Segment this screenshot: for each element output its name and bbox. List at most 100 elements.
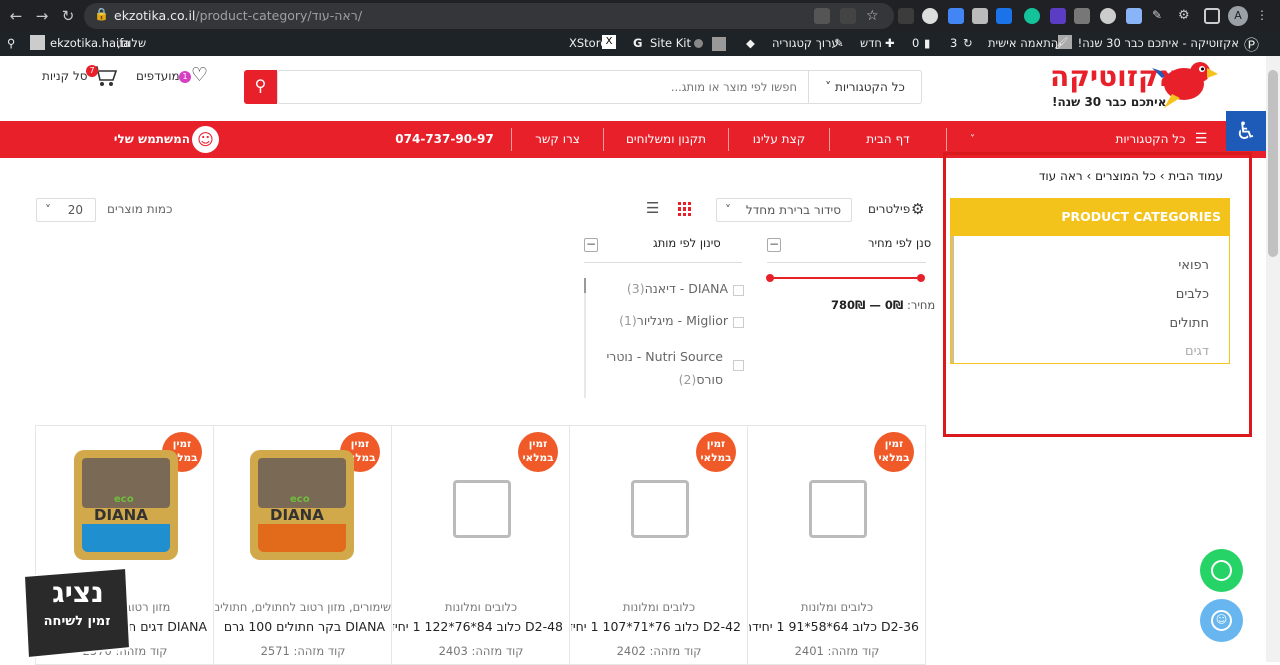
nav-item-terms[interactable]: תקנון ומשלוחים — [604, 121, 728, 158]
placeholder-image-icon[interactable] — [631, 480, 689, 538]
lock-icon: 🔒 — [94, 7, 109, 21]
sort-select[interactable]: סידור ברירת מחדל ˅ — [716, 198, 852, 222]
breadcrumb-home[interactable]: עמוד הבית — [1168, 169, 1223, 183]
adminbar-sitekit[interactable]: Site Kit — [650, 36, 691, 50]
price-slider-min-handle[interactable] — [766, 274, 774, 282]
extensions-puzzle-icon[interactable]: ⚙ — [1178, 8, 1194, 24]
diana-beef-product-image[interactable]: eco DIANA — [250, 450, 354, 560]
product-category[interactable]: כלובים ומלונות — [571, 600, 747, 614]
adminbar-comments-count[interactable]: 0 — [912, 36, 919, 50]
profile-avatar[interactable]: A — [1228, 6, 1248, 26]
breadcrumb-all-products[interactable]: כל המוצרים — [1095, 169, 1156, 183]
brand-scrollbar[interactable] — [584, 278, 586, 398]
heart-icon[interactable]: ♡ — [191, 64, 208, 86]
collapse-brand-icon[interactable]: − — [584, 238, 598, 252]
sidepanel-icon[interactable] — [1204, 8, 1220, 24]
bookmark-star-icon[interactable]: ☆ — [866, 8, 882, 24]
grid-view-icon[interactable] — [678, 202, 692, 216]
product-card[interactable]: זמין במלאי כלובים ומלונות D2-48 כלוב 84*… — [391, 425, 570, 665]
share-icon[interactable] — [840, 8, 856, 24]
product-card[interactable]: זמין במלאי כלובים ומלונות D2-36 כלוב 64*… — [747, 425, 926, 665]
adminbar-search-icon[interactable]: ⚲ — [7, 36, 15, 50]
extension-pen-icon[interactable]: ✎ — [1152, 8, 1168, 24]
nav-divider — [946, 128, 947, 151]
extension-translate-icon[interactable] — [948, 8, 964, 24]
user-icon[interactable]: ☺ — [192, 126, 219, 153]
filters-label[interactable]: פילטרים — [868, 202, 910, 216]
whatsapp-button[interactable] — [1200, 549, 1243, 592]
product-card[interactable]: זמין במלאי כלובים ומלונות D2-42 כלוב 76*… — [569, 425, 748, 665]
extension-46-icon[interactable] — [1050, 8, 1066, 24]
nav-item-home[interactable]: דף הבית — [830, 121, 946, 158]
category-item[interactable]: חתולים — [1169, 316, 1209, 331]
product-name[interactable]: DIANA בקר חתולים 100 גרם — [215, 619, 391, 634]
translate-icon[interactable] — [814, 8, 830, 24]
per-page-select[interactable]: 20 ˅ — [36, 198, 96, 222]
xstore-icon: X — [602, 35, 616, 49]
price-slider-track[interactable] — [770, 277, 922, 279]
diana-fish-product-image[interactable]: eco DIANA — [74, 450, 178, 560]
nav-item-contact[interactable]: צרו קשר — [512, 121, 603, 158]
adminbar-customize[interactable]: התאמה אישית — [988, 36, 1058, 50]
category-scrollbar[interactable] — [951, 236, 954, 363]
category-item[interactable]: דגים — [1185, 344, 1209, 359]
adminbar-updates-count[interactable]: 3 — [950, 36, 957, 50]
nav-item-about[interactable]: קצת עלינו — [729, 121, 829, 158]
extension-x-icon[interactable] — [1074, 8, 1090, 24]
extension-globe-icon[interactable] — [922, 8, 938, 24]
divider — [584, 262, 742, 263]
adminbar-new[interactable]: חדש — [860, 36, 882, 50]
brand-checkbox[interactable] — [733, 285, 744, 296]
brand-checkbox[interactable] — [733, 317, 744, 328]
breadcrumb-separator: › — [1086, 169, 1092, 183]
nav-phone[interactable]: 074-737-90-97 — [388, 121, 501, 158]
brand-scroll-thumb[interactable] — [584, 278, 586, 293]
product-category[interactable]: שימורים, מזון רטוב לחתולים, חתולים — [215, 600, 391, 614]
wordpress-icon[interactable]: Ⓟ — [1244, 34, 1259, 55]
sliders-icon[interactable]: ⚙ — [911, 200, 924, 218]
extension-new-icon[interactable] — [996, 8, 1012, 24]
collapse-price-icon[interactable]: − — [767, 238, 781, 252]
product-category[interactable]: כלובים ומלונות — [749, 600, 925, 614]
address-bar[interactable]: 🔒 ekzotika.co.il/product-category/ראה-עו… — [84, 3, 894, 29]
cart-label[interactable]: סל קניות — [42, 69, 88, 83]
search-input[interactable] — [279, 71, 807, 103]
reload-icon[interactable]: ↻ — [58, 6, 78, 26]
extension-recycle-icon[interactable] — [898, 8, 914, 24]
list-view-icon[interactable]: ☰ — [646, 199, 659, 217]
product-name[interactable]: D2-36 כלוב 64*58*91 1 יחידה — [749, 619, 925, 634]
brand-checkbox[interactable] — [733, 360, 744, 371]
adminbar-site-name[interactable]: אקזוטיקה - איתכם כבר 30 שנה! — [1078, 36, 1239, 50]
placeholder-image-icon[interactable] — [453, 480, 511, 538]
category-item[interactable]: רפואי — [1178, 258, 1209, 273]
search-button[interactable]: ⚲ — [244, 70, 277, 104]
forward-icon[interactable]: → — [32, 6, 52, 26]
product-name[interactable]: D2-48 כלוב 84*76*122 1 יחידה — [393, 619, 569, 634]
nav-account[interactable]: המשתמש שלי — [114, 121, 190, 158]
yoast-icon[interactable] — [712, 37, 726, 51]
menu-kebab-icon[interactable]: ⋮ — [1256, 8, 1272, 24]
category-item[interactable]: כלבים — [1176, 287, 1209, 302]
product-name[interactable]: D2-42 כלוב 76*71*107 1 יחידה — [571, 619, 747, 634]
search-category-select[interactable]: כל הקטגוריות ˅ — [808, 71, 921, 103]
product-card[interactable]: זמין במלאי eco DIANA שימורים, מזון רטוב … — [213, 425, 392, 665]
agent-title: נציג — [52, 576, 104, 609]
page-scroll-thumb[interactable] — [1268, 70, 1278, 257]
brand-filter-item[interactable]: DIANA - דיאנה(3) — [598, 281, 728, 296]
agent-chat-widget[interactable]: נציג זמין לשיחה — [18, 568, 130, 658]
grammarly-icon[interactable] — [1024, 8, 1040, 24]
chat-button[interactable]: ☺ — [1200, 599, 1243, 642]
placeholder-image-icon[interactable] — [809, 480, 867, 538]
adminbar-edit-category[interactable]: ערוך קטגוריה — [772, 36, 839, 50]
extension-camera-icon[interactable] — [972, 8, 988, 24]
brand-filter-item[interactable]: Nutri Source - נוטרי סורס(2) — [598, 345, 723, 391]
extension-screen-icon[interactable] — [1126, 8, 1142, 24]
brand-filter-item[interactable]: Miglior - מיגליור(1) — [598, 313, 728, 328]
logo-title[interactable]: אקזוטיקה — [1050, 60, 1179, 93]
accessibility-icon[interactable]: ♿ — [1226, 111, 1266, 151]
extension-wordpress-icon[interactable] — [1100, 8, 1116, 24]
back-icon[interactable]: ← — [6, 6, 26, 26]
product-category[interactable]: כלובים ומלונות — [393, 600, 569, 614]
wishlist-label[interactable]: מועדפים — [136, 69, 180, 83]
price-slider-max-handle[interactable] — [917, 274, 925, 282]
